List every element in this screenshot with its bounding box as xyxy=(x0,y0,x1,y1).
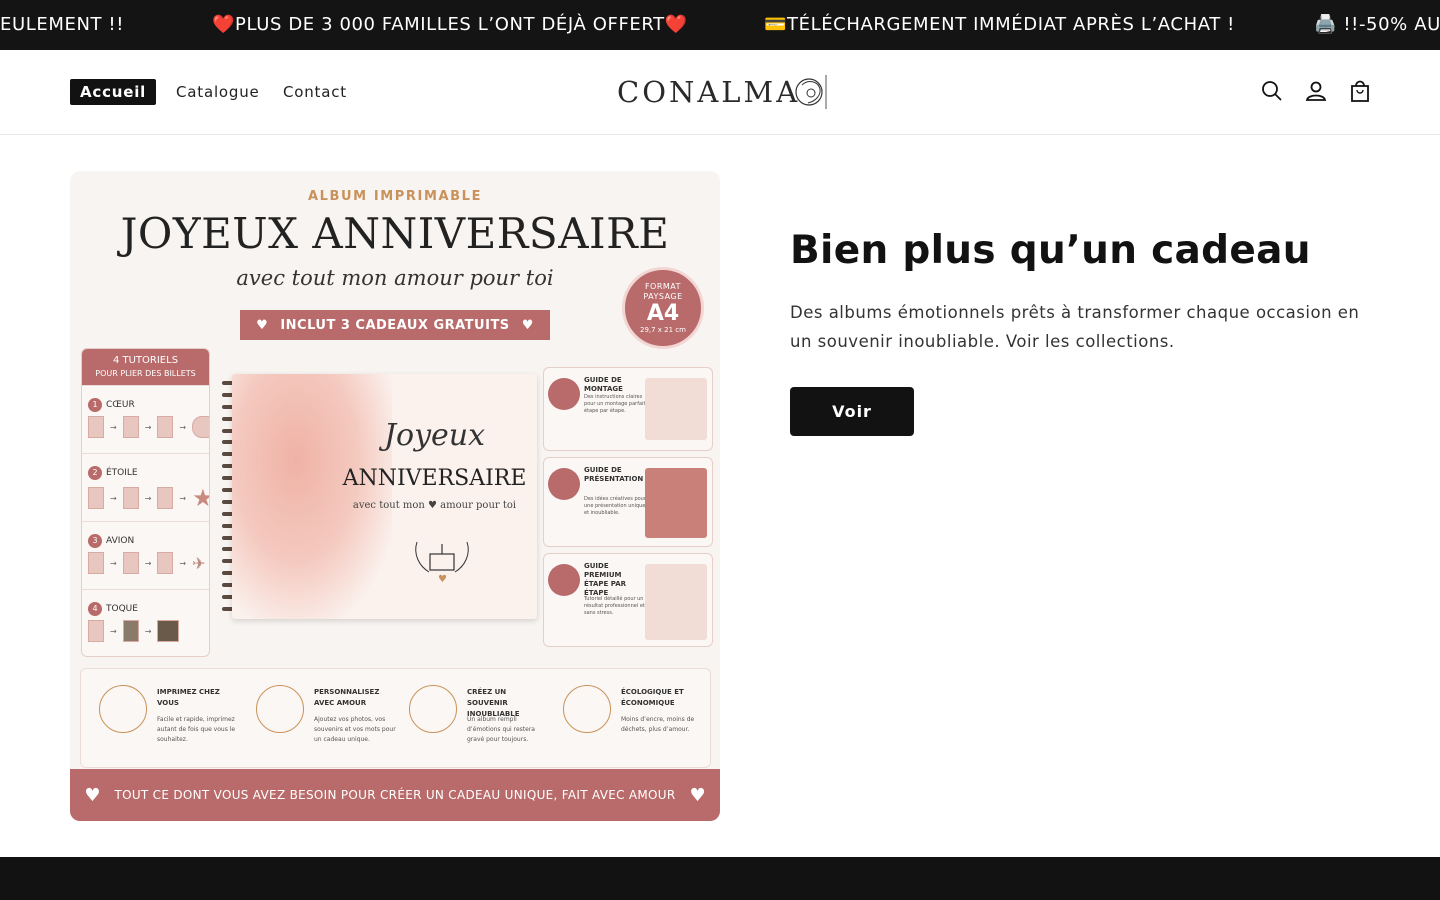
album-cover-line: ANNIVERSAIRE xyxy=(342,466,527,491)
tutorial-step: 3 AVION → → → ✈ xyxy=(82,521,209,589)
account-icon[interactable] xyxy=(1303,78,1329,104)
feature-desc: Un album rempli d’émotions qui restera g… xyxy=(467,716,535,743)
feature-desc: Moins d’encre, moins de déchets, plus d’… xyxy=(621,716,695,733)
announcement-bar: EULEMENT !! ❤️PLUS DE 3 000 FAMILLES L’O… xyxy=(0,0,1440,50)
badge-line: PAYSAGE xyxy=(643,292,683,301)
tutorial-step: 2ÉTOILE →→→★ xyxy=(82,453,209,521)
album-cover: Joyeux ANNIVERSAIRE avec tout mon ♥ amou… xyxy=(232,374,537,619)
site-header: Accueil Catalogue Contact CONALMA xyxy=(0,50,1440,135)
features-strip: IMPRIMEZ CHEZ VOUS Facile et rapide, imp… xyxy=(80,668,711,768)
guide-card: GUIDE DE MONTAGE Des instructions claire… xyxy=(543,367,713,451)
feature-title: PERSONNALISEZ AVEC AMOUR xyxy=(314,688,380,707)
search-icon[interactable] xyxy=(1259,78,1285,104)
logo-text: CONALMA xyxy=(617,75,801,109)
feature-item: ÉCOLOGIQUE ET ÉCONOMIQUE Moins d’encre, … xyxy=(553,681,703,761)
album-cover-line: avec tout mon ♥ amour pour toi xyxy=(352,500,517,511)
leaf-icon xyxy=(563,685,611,733)
heart-icon: ♥ xyxy=(84,784,101,806)
feature-item: CRÉEZ UN SOUVENIR INOUBLIABLE Un album r… xyxy=(399,681,549,761)
tutorials-panel: 4 TUTORIELS POUR PLIER DES BILLETS 1 CŒUR … xyxy=(81,348,210,657)
star-icon xyxy=(409,685,457,733)
guide-card: GUIDE PREMIUM ÉTAPE PAR ÉTAPE Tutoriel d… xyxy=(543,553,713,647)
step-number: 3 xyxy=(88,533,102,548)
guide-card: GUIDE DE PRÉSENTATION Des idées créative… xyxy=(543,457,713,547)
gift-ribbon: ♥ INCLUT 3 CADEAUX GRATUITS ♥ xyxy=(240,310,550,340)
hero-title: Bien plus qu’un cadeau xyxy=(790,228,1311,273)
step-label: TOQUE xyxy=(106,603,138,614)
guide-desc: Tutoriel détaillé pour un résultat profe… xyxy=(584,596,645,616)
guide-title: GUIDE DE PRÉSENTATION xyxy=(584,466,644,483)
step-number: 2 xyxy=(88,465,102,480)
image-kicker: ALBUM IMPRIMABLE xyxy=(307,189,483,204)
nav-link-accueil[interactable]: Accueil xyxy=(70,79,157,105)
tutorials-title: 4 TUTORIELS xyxy=(112,355,179,366)
cake-icon: ♥ xyxy=(415,541,469,584)
hero-product-image: ALBUM IMPRIMABLE JOYEUX ANNIVERSAIRE ave… xyxy=(70,171,720,821)
site-logo[interactable]: CONALMA xyxy=(617,70,828,114)
heart-icon: ♥ xyxy=(521,317,534,333)
image-footer-banner: ♥ TOUT CE DONT VOUS AVEZ BESOIN POUR CRÉ… xyxy=(70,769,720,821)
format-badge: FORMAT PAYSAGE A4 29,7 x 21 cm xyxy=(622,267,704,349)
album-cover-line: Joyeux xyxy=(383,418,486,453)
badge-size: A4 xyxy=(646,301,680,326)
badge-line: FORMAT xyxy=(644,282,682,291)
image-title: JOYEUX ANNIVERSAIRE xyxy=(120,209,670,258)
nav-link-contact[interactable]: Contact xyxy=(283,79,347,105)
guide-title: GUIDE PREMIUM ÉTAPE PAR ÉTAPE xyxy=(584,562,627,597)
tutorial-step: 1 CŒUR → → → xyxy=(82,385,209,453)
printer-icon xyxy=(99,685,147,733)
step-label: AVION xyxy=(106,535,135,546)
heart-icon xyxy=(256,685,304,733)
badge-dims: 29,7 x 21 cm xyxy=(640,326,686,334)
footer-band xyxy=(0,857,1440,900)
svg-text:♥: ♥ xyxy=(438,574,447,584)
gift-icon xyxy=(548,468,580,500)
ribbon-text: INCLUT 3 CADEAUX GRATUITS xyxy=(280,317,510,333)
logo-mother-child-icon xyxy=(795,75,827,109)
cart-icon[interactable] xyxy=(1347,78,1373,104)
step-number: 1 xyxy=(88,397,102,412)
nav-link-catalogue[interactable]: Catalogue xyxy=(176,79,260,105)
tutorials-subtitle: POUR PLIER DES BILLETS xyxy=(95,369,196,378)
announcement-message: 💳TÉLÉCHARGEMENT IMMÉDIAT APRÈS L’ACHAT ! xyxy=(764,14,1235,35)
feature-title: IMPRIMEZ CHEZ VOUS xyxy=(157,688,220,707)
image-footer-text: TOUT CE DONT VOUS AVEZ BESOIN POUR CRÉER… xyxy=(114,788,676,802)
feature-item: PERSONNALISEZ AVEC AMOUR Ajoutez vos pho… xyxy=(246,681,396,761)
feature-desc: Facile et rapide, imprimez autant de foi… xyxy=(157,716,236,743)
announcement-message: ❤️PLUS DE 3 000 FAMILLES L’ONT DÉJÀ OFFE… xyxy=(212,14,688,35)
announcement-message: 🖨️ !!-50% AU xyxy=(1314,14,1440,35)
guide-title: GUIDE DE MONTAGE xyxy=(584,376,623,393)
voir-button[interactable]: Voir xyxy=(790,387,914,436)
book-icon xyxy=(548,378,580,410)
tutorial-step: 4 TOQUE → → xyxy=(82,589,209,656)
guide-desc: Des idées créatives pour une présentatio… xyxy=(584,496,646,516)
heart-icon: ♥ xyxy=(689,784,706,806)
step-label: CŒUR xyxy=(106,399,135,410)
feature-title: ÉCOLOGIQUE ET ÉCONOMIQUE xyxy=(621,688,684,707)
announcement-message: EULEMENT !! xyxy=(0,14,125,35)
hero-description: Des albums émotionnels prêts à transform… xyxy=(790,303,1360,351)
step-number: 4 xyxy=(88,601,102,616)
feature-desc: Ajoutez vos photos, vos souvenirs et vos… xyxy=(314,716,396,743)
guide-desc: Des instructions claires pour un montage… xyxy=(584,394,646,414)
step-label: ÉTOILE xyxy=(106,467,138,478)
diamond-icon xyxy=(548,564,580,596)
feature-item: IMPRIMEZ CHEZ VOUS Facile et rapide, imp… xyxy=(89,681,239,761)
image-subtitle: avec tout mon amour pour toi xyxy=(236,266,554,290)
heart-icon: ♥ xyxy=(256,317,269,333)
